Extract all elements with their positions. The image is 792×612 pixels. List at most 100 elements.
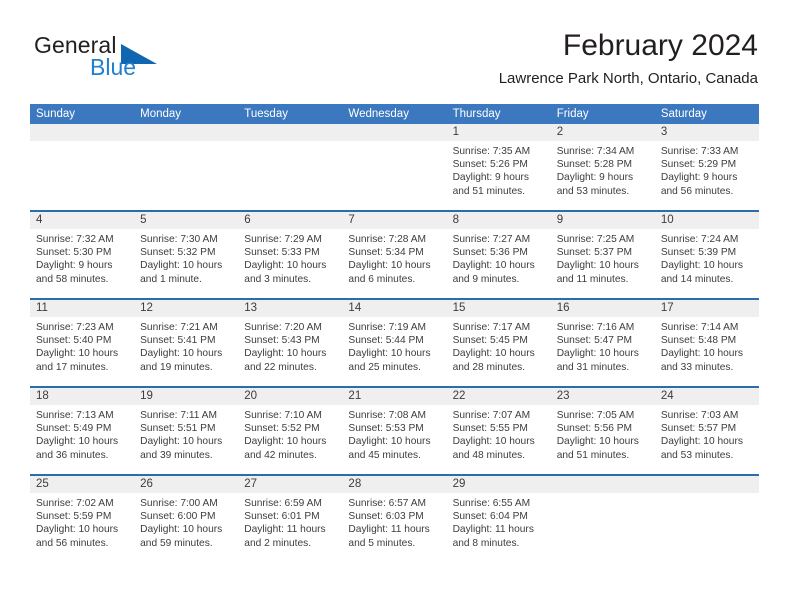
day-number: 17 bbox=[654, 300, 759, 317]
day-number: 2 bbox=[550, 124, 655, 141]
day-cell[interactable]: 14 Sunrise: 7:19 AM Sunset: 5:44 PM Dayligh… bbox=[342, 300, 447, 386]
sunrise-text: Sunrise: 7:20 AM bbox=[244, 322, 322, 333]
sunrise-text: Sunrise: 7:14 AM bbox=[660, 322, 739, 333]
daylight-text: Daylight: 10 hours bbox=[660, 260, 743, 272]
day-header-saturday: Saturday bbox=[660, 108, 707, 120]
daylight-text: and 3 minutes. bbox=[244, 273, 312, 285]
day-number: 26 bbox=[134, 476, 239, 493]
day-cell-empty bbox=[30, 124, 135, 210]
day-details bbox=[30, 141, 134, 145]
day-number bbox=[342, 124, 447, 141]
week-row: 1 Sunrise: 7:35 AM Sunset: 5:26 PM Daylight… bbox=[30, 124, 759, 212]
day-header-sunday: Sunday bbox=[36, 108, 76, 120]
sunrise-text: Sunrise: 7:08 AM bbox=[348, 410, 427, 421]
general-blue-logo: General Blue bbox=[34, 32, 234, 92]
day-cell[interactable]: 21 Sunrise: 7:08 AM Sunset: 5:53 PM Dayligh… bbox=[342, 388, 447, 474]
daylight-text: and 28 minutes. bbox=[452, 361, 526, 373]
day-details: Sunrise: 7:33 AM Sunset: 5:29 PM Daylight:… bbox=[655, 141, 759, 198]
sunrise-text: Sunrise: 6:55 AM bbox=[452, 498, 531, 509]
day-cell-empty bbox=[134, 124, 239, 210]
daylight-text: and 31 minutes. bbox=[556, 361, 630, 373]
day-cell[interactable]: 4 Sunrise: 7:32 AM Sunset: 5:30 PM Daylight… bbox=[30, 212, 135, 298]
day-cell[interactable]: 11 Sunrise: 7:23 AM Sunset: 5:40 PM Dayligh… bbox=[30, 300, 135, 386]
day-cell[interactable]: 10 Sunrise: 7:24 AM Sunset: 5:39 PM Dayligh… bbox=[654, 212, 759, 298]
day-number bbox=[550, 476, 655, 493]
day-details: Sunrise: 7:14 AM Sunset: 5:48 PM Daylight:… bbox=[655, 317, 759, 374]
daylight-text: Daylight: 10 hours bbox=[556, 436, 639, 448]
sunset-text: Sunset: 5:53 PM bbox=[348, 423, 424, 435]
day-of-week-header-row: Sunday Monday Tuesday Wednesday Thursday… bbox=[30, 104, 759, 124]
daylight-text: Daylight: 10 hours bbox=[140, 524, 223, 536]
day-cell[interactable]: 2 Sunrise: 7:34 AM Sunset: 5:28 PM Daylight… bbox=[550, 124, 655, 210]
daylight-text: and 45 minutes. bbox=[348, 449, 421, 461]
day-cell[interactable]: 28 Sunrise: 6:57 AM Sunset: 6:03 PM Dayligh… bbox=[342, 476, 447, 564]
day-cell[interactable]: 22 Sunrise: 7:07 AM Sunset: 5:55 PM Dayligh… bbox=[446, 388, 551, 474]
page-title: February 2024 bbox=[562, 29, 758, 62]
day-cell[interactable]: 3 Sunrise: 7:33 AM Sunset: 5:29 PM Daylight… bbox=[654, 124, 759, 210]
day-cell-empty bbox=[342, 124, 447, 210]
day-cell[interactable]: 13 Sunrise: 7:20 AM Sunset: 5:43 PM Dayligh… bbox=[238, 300, 343, 386]
week-row: 25 Sunrise: 7:02 AM Sunset: 5:59 PM Dayligh… bbox=[30, 476, 759, 564]
day-cell[interactable]: 8 Sunrise: 7:27 AM Sunset: 5:36 PM Daylight… bbox=[446, 212, 551, 298]
day-cell[interactable]: 27 Sunrise: 6:59 AM Sunset: 6:01 PM Dayligh… bbox=[238, 476, 343, 564]
daylight-text: and 8 minutes. bbox=[452, 537, 520, 549]
day-number: 24 bbox=[654, 388, 759, 405]
day-cell[interactable]: 15 Sunrise: 7:17 AM Sunset: 5:45 PM Dayligh… bbox=[446, 300, 551, 386]
sunrise-text: Sunrise: 7:27 AM bbox=[452, 234, 531, 245]
day-cell[interactable]: 7 Sunrise: 7:28 AM Sunset: 5:34 PM Daylight… bbox=[342, 212, 447, 298]
day-details: Sunrise: 7:13 AM Sunset: 5:49 PM Daylight:… bbox=[30, 405, 134, 462]
daylight-text: Daylight: 10 hours bbox=[140, 436, 223, 448]
daylight-text: Daylight: 10 hours bbox=[140, 260, 223, 272]
day-cell[interactable]: 5 Sunrise: 7:30 AM Sunset: 5:32 PM Daylight… bbox=[134, 212, 239, 298]
day-details: Sunrise: 7:32 AM Sunset: 5:30 PM Daylight:… bbox=[30, 229, 134, 286]
sunrise-text: Sunrise: 7:17 AM bbox=[452, 322, 531, 333]
day-details: Sunrise: 7:24 AM Sunset: 5:39 PM Daylight:… bbox=[655, 229, 759, 286]
sunset-text: Sunset: 5:43 PM bbox=[244, 335, 320, 347]
day-number: 12 bbox=[134, 300, 239, 317]
sunset-text: Sunset: 5:37 PM bbox=[556, 247, 633, 259]
daylight-text: Daylight: 9 hours bbox=[660, 172, 738, 184]
page-header: General Blue February 2024 Lawrence Park… bbox=[34, 28, 758, 100]
day-cell[interactable]: 29 Sunrise: 6:55 AM Sunset: 6:04 PM Dayligh… bbox=[446, 476, 551, 564]
day-details: Sunrise: 7:29 AM Sunset: 5:33 PM Daylight:… bbox=[238, 229, 342, 286]
day-cell[interactable]: 1 Sunrise: 7:35 AM Sunset: 5:26 PM Daylight… bbox=[446, 124, 551, 210]
day-number: 28 bbox=[342, 476, 447, 493]
daylight-text: and 48 minutes. bbox=[452, 449, 526, 461]
day-cell-empty bbox=[654, 476, 759, 564]
daylight-text: Daylight: 10 hours bbox=[36, 348, 119, 360]
day-cell[interactable]: 12 Sunrise: 7:21 AM Sunset: 5:41 PM Dayligh… bbox=[134, 300, 239, 386]
day-cell[interactable]: 25 Sunrise: 7:02 AM Sunset: 5:59 PM Dayligh… bbox=[30, 476, 135, 564]
day-cell[interactable]: 9 Sunrise: 7:25 AM Sunset: 5:37 PM Daylight… bbox=[550, 212, 655, 298]
day-details bbox=[655, 493, 759, 497]
day-cell[interactable]: 26 Sunrise: 7:00 AM Sunset: 6:00 PM Dayligh… bbox=[134, 476, 239, 564]
day-number: 8 bbox=[446, 212, 551, 229]
day-cell[interactable]: 16 Sunrise: 7:16 AM Sunset: 5:47 PM Dayligh… bbox=[550, 300, 655, 386]
week-row: 4 Sunrise: 7:32 AM Sunset: 5:30 PM Daylight… bbox=[30, 212, 759, 300]
sunset-text: Sunset: 5:52 PM bbox=[244, 423, 320, 435]
daylight-text: and 56 minutes. bbox=[36, 537, 109, 549]
daylight-text: Daylight: 10 hours bbox=[244, 260, 327, 272]
day-number: 4 bbox=[30, 212, 135, 229]
day-cell[interactable]: 19 Sunrise: 7:11 AM Sunset: 5:51 PM Dayligh… bbox=[134, 388, 239, 474]
day-details: Sunrise: 7:05 AM Sunset: 5:56 PM Daylight:… bbox=[551, 405, 655, 462]
sunrise-text: Sunrise: 7:03 AM bbox=[660, 410, 739, 421]
day-details: Sunrise: 7:23 AM Sunset: 5:40 PM Daylight:… bbox=[30, 317, 134, 374]
day-number bbox=[30, 124, 135, 141]
day-details: Sunrise: 7:07 AM Sunset: 5:55 PM Daylight:… bbox=[447, 405, 551, 462]
daylight-text: and 56 minutes. bbox=[660, 185, 734, 197]
day-cell[interactable]: 17 Sunrise: 7:14 AM Sunset: 5:48 PM Dayligh… bbox=[654, 300, 759, 386]
day-cell[interactable]: 6 Sunrise: 7:29 AM Sunset: 5:33 PM Daylight… bbox=[238, 212, 343, 298]
day-number: 23 bbox=[550, 388, 655, 405]
day-number: 29 bbox=[446, 476, 551, 493]
day-cell-empty bbox=[550, 476, 655, 564]
day-cell[interactable]: 18 Sunrise: 7:13 AM Sunset: 5:49 PM Dayligh… bbox=[30, 388, 135, 474]
day-number: 27 bbox=[238, 476, 343, 493]
day-details: Sunrise: 7:19 AM Sunset: 5:44 PM Daylight:… bbox=[342, 317, 446, 374]
day-cell[interactable]: 20 Sunrise: 7:10 AM Sunset: 5:52 PM Dayligh… bbox=[238, 388, 343, 474]
sunset-text: Sunset: 6:03 PM bbox=[348, 511, 424, 523]
day-cell[interactable]: 23 Sunrise: 7:05 AM Sunset: 5:56 PM Dayligh… bbox=[550, 388, 655, 474]
day-cell[interactable]: 24 Sunrise: 7:03 AM Sunset: 5:57 PM Dayligh… bbox=[654, 388, 759, 474]
daylight-text: and 19 minutes. bbox=[140, 361, 213, 373]
page-subtitle: Lawrence Park North, Ontario, Canada bbox=[498, 70, 758, 87]
daylight-text: and 2 minutes. bbox=[244, 537, 312, 549]
